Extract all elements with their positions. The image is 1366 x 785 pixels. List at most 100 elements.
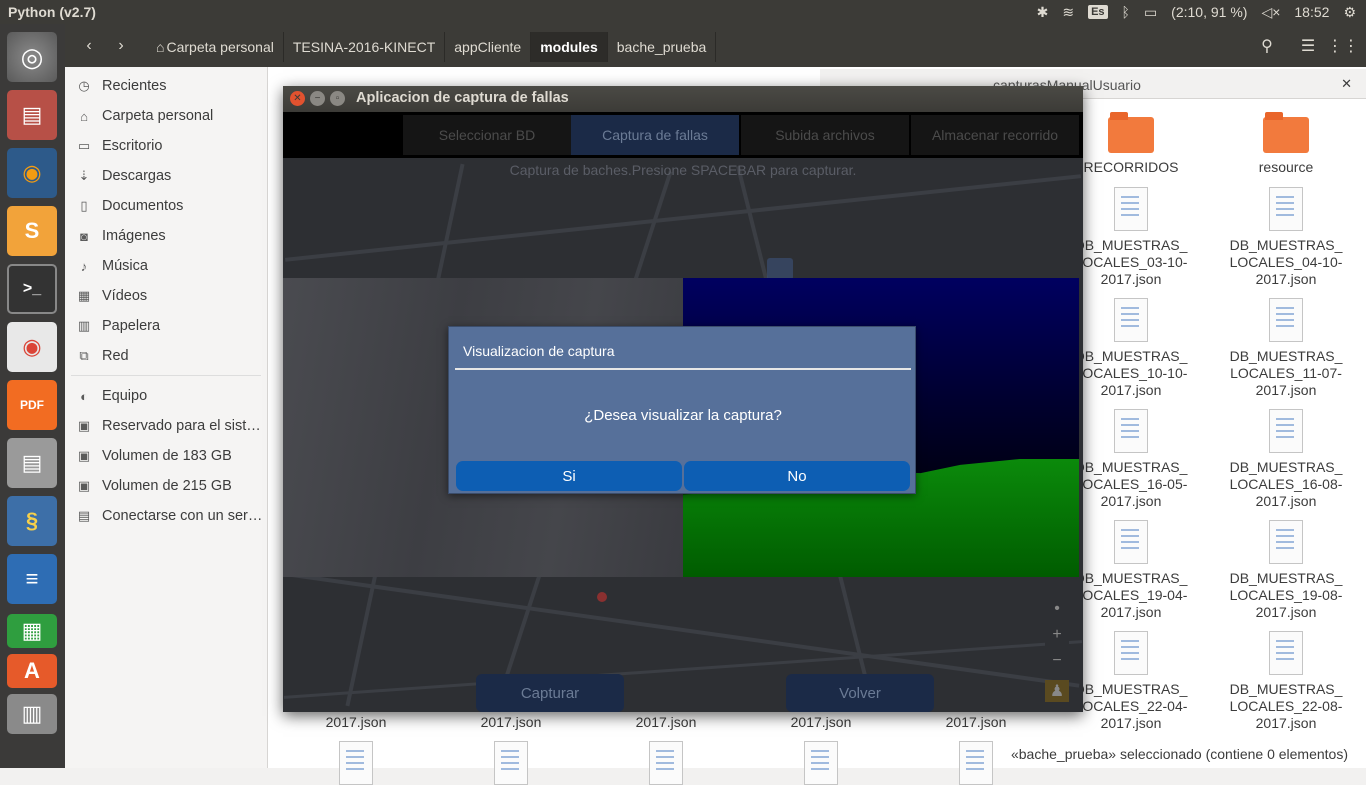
breadcrumb-modules[interactable]: modules <box>531 32 608 62</box>
trash-icon[interactable]: ▥ <box>7 694 57 734</box>
trash-icon: ▥ <box>77 318 91 333</box>
drive-icon: ▣ <box>77 418 91 433</box>
text-file-icon[interactable] <box>804 741 838 785</box>
tab-almacenar-recorrido[interactable]: Almacenar recorrido <box>911 115 1079 155</box>
window-title: Aplicacion de captura de fallas <box>356 90 569 106</box>
pdf-editor-icon[interactable]: PDF <box>7 380 57 430</box>
yes-button[interactable]: Si <box>456 461 682 491</box>
sidebar-item-conectar-servidor[interactable]: ▤ Conectarse con un ser… <box>65 502 268 530</box>
calc-icon[interactable]: ▦ <box>7 614 57 648</box>
zoom-out-button[interactable]: − <box>1045 650 1069 672</box>
breadcrumb-appcliente[interactable]: appCliente <box>445 32 532 62</box>
json-file[interactable]: DB_MUESTRAS_ LOCALES_16-08- 2017.json <box>1211 409 1361 510</box>
sublime-text-icon[interactable]: S <box>7 206 57 256</box>
grid-view-button[interactable]: ⋮⋮ <box>1327 32 1359 60</box>
writer-icon[interactable]: ≡ <box>7 554 57 604</box>
zoom-in-button[interactable]: + <box>1045 624 1069 646</box>
street-view-icon[interactable]: ♟ <box>1045 680 1069 702</box>
drive-icon: ▣ <box>77 448 91 463</box>
tab-subida-archivos[interactable]: Subida archivos <box>741 115 909 155</box>
capture-button[interactable]: Capturar <box>476 674 624 712</box>
bluetooth-icon[interactable]: ✱ <box>1037 4 1049 21</box>
breadcrumb-home[interactable]: ⌂ Carpeta personal <box>147 32 284 62</box>
files-icon[interactable]: ▤ <box>7 438 57 488</box>
json-file[interactable]: 2017.json <box>591 714 741 731</box>
sidebar-item-videos[interactable]: ▦ Vídeos <box>65 282 268 310</box>
ubuntu-dash-icon[interactable]: ◎ <box>7 32 57 82</box>
json-file[interactable]: DB_MUESTRAS_ LOCALES_22-08- 2017.json <box>1211 631 1361 732</box>
dialog-title: Visualizacion de captura <box>463 343 615 359</box>
json-file[interactable]: 2017.json <box>901 714 1051 731</box>
battery-icon[interactable]: ▭ <box>1144 4 1157 21</box>
files-toolbar: ‹ › ⌂ Carpeta personal TESINA-2016-KINECT… <box>65 24 1366 67</box>
json-file[interactable]: 2017.json <box>436 714 586 731</box>
volume-muted-icon[interactable]: ◁× <box>1261 4 1280 21</box>
json-file[interactable]: DB_MUESTRAS_ LOCALES_04-10- 2017.json <box>1211 187 1361 288</box>
sidebar-item-home[interactable]: ⌂ Carpeta personal <box>65 102 268 130</box>
wifi-icon[interactable]: ≋ <box>1062 4 1074 21</box>
breadcrumb-bache-prueba[interactable]: bache_prueba <box>608 32 717 62</box>
sidebar-item-equipo[interactable]: ◐ Equipo <box>65 382 268 410</box>
sidebar-item-documentos[interactable]: ▯ Documentos <box>65 192 268 220</box>
text-file-icon[interactable] <box>339 741 373 785</box>
desktop-icon: ▭ <box>77 138 91 153</box>
system-tray: ✱ ≋ Es ᛒ ▭ (2:10, 91 %) ◁× 18:52 ⚙ <box>1037 0 1366 24</box>
sidebar-item-red[interactable]: ⧉ Red <box>65 342 268 370</box>
forward-button[interactable]: › <box>107 32 135 60</box>
json-file[interactable]: 2017.json <box>746 714 896 731</box>
map-road <box>284 174 1082 262</box>
status-bar: «bache_prueba» seleccionado (contiene 0 … <box>1006 744 1352 764</box>
sidebar-item-recientes[interactable]: ◷ Recientes <box>65 72 268 100</box>
tab-seleccionar-bd[interactable]: Seleccionar BD <box>403 115 571 155</box>
impress-icon[interactable]: A <box>7 654 57 688</box>
close-icon: ✕ <box>293 93 302 104</box>
maximize-window-button[interactable]: ▫ <box>330 91 345 106</box>
tab-captura-de-fallas[interactable]: Captura de fallas <box>571 115 739 155</box>
minimize-window-button[interactable]: − <box>310 91 325 106</box>
sidebar-item-descargas[interactable]: ⇣ Descargas <box>65 162 268 190</box>
sidebar-item-reservado[interactable]: ▣ Reservado para el sist… <box>65 412 268 440</box>
files-icon[interactable]: ▤ <box>7 90 57 140</box>
bluetooth-status-icon[interactable]: ᛒ <box>1122 4 1130 20</box>
active-app-title: Python (v2.7) <box>8 4 96 20</box>
sidebar-item-escritorio[interactable]: ▭ Escritorio <box>65 132 268 160</box>
json-file[interactable]: 2017.json <box>281 714 431 731</box>
sidebar-item-papelera[interactable]: ▥ Papelera <box>65 312 268 340</box>
text-file-icon[interactable] <box>649 741 683 785</box>
text-file-icon[interactable] <box>494 741 528 785</box>
list-icon: ☰ <box>1300 38 1316 55</box>
search-button[interactable]: ⚲ <box>1253 32 1281 60</box>
python-icon[interactable]: § <box>7 496 57 546</box>
film-icon: ▦ <box>77 288 91 303</box>
sidebar-item-imagenes[interactable]: ◙ Imágenes <box>65 222 268 250</box>
json-file[interactable]: DB_MUESTRAS_ LOCALES_19-08- 2017.json <box>1211 520 1361 621</box>
window-titlebar[interactable]: ✕ − ▫ Aplicacion de captura de fallas <box>283 86 1083 112</box>
network-icon: ⧉ <box>79 348 89 363</box>
clock-icon: ◷ <box>78 78 90 93</box>
back-button[interactable]: Volver <box>786 674 934 712</box>
locate-icon[interactable]: • <box>1045 598 1069 620</box>
close-tab-icon[interactable]: ✕ <box>1341 76 1352 92</box>
breadcrumb-tesina[interactable]: TESINA-2016-KINECT <box>284 32 446 62</box>
clock[interactable]: 18:52 <box>1294 4 1329 20</box>
folder-resource[interactable]: resource <box>1211 112 1361 176</box>
sidebar-item-volumen-183[interactable]: ▣ Volumen de 183 GB <box>65 442 268 470</box>
firefox-icon[interactable]: ◉ <box>7 148 57 198</box>
grid-icon: ⋮⋮ <box>1327 38 1359 55</box>
text-file-icon[interactable] <box>959 741 993 785</box>
battery-status[interactable]: (2:10, 91 %) <box>1171 4 1247 20</box>
settings-gear-icon[interactable]: ⚙ <box>1343 4 1356 21</box>
places-sidebar: ◷ Recientes ⌂ Carpeta personal ▭ Escritorio… <box>65 67 268 768</box>
back-button[interactable]: ‹ <box>75 32 103 60</box>
list-view-button[interactable]: ☰ <box>1294 32 1322 60</box>
text-file-icon <box>1269 409 1303 453</box>
chrome-icon[interactable]: ◉ <box>7 322 57 372</box>
sidebar-item-volumen-215[interactable]: ▣ Volumen de 215 GB <box>65 472 268 500</box>
dialog-title-divider <box>455 368 911 370</box>
terminal-icon[interactable]: >_ <box>7 264 57 314</box>
keyboard-layout-indicator[interactable]: Es <box>1088 5 1108 19</box>
sidebar-item-musica[interactable]: ♪ Música <box>65 252 268 280</box>
no-button[interactable]: No <box>684 461 910 491</box>
close-window-button[interactable]: ✕ <box>290 91 305 106</box>
json-file[interactable]: DB_MUESTRAS_ LOCALES_11-07- 2017.json <box>1211 298 1361 399</box>
